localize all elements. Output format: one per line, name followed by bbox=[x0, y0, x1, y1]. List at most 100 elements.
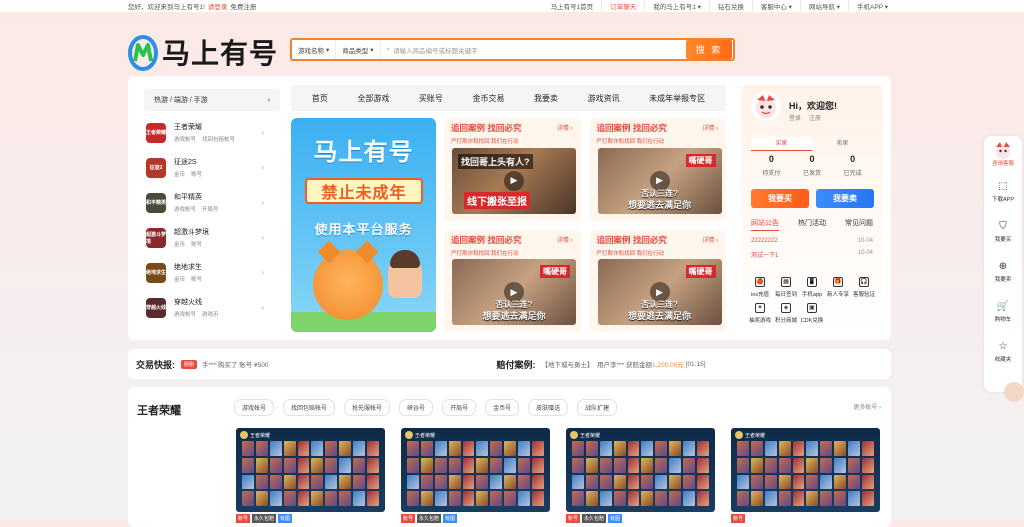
service-ios-recharge[interactable]: 🍎 ios充值 bbox=[747, 277, 773, 298]
nav-item-news[interactable]: 游戏资讯 bbox=[588, 93, 620, 104]
top-link-order-chat[interactable]: 订单聊天 bbox=[601, 1, 644, 11]
category-tag[interactable]: 找回包赔帐号 bbox=[202, 137, 235, 143]
stat-pending-pay[interactable]: 0 待支付 bbox=[751, 154, 792, 177]
tab-announcement[interactable]: 网站公告 bbox=[751, 218, 779, 231]
service-lottery[interactable]: ✦ 抽奖游戏 bbox=[747, 303, 773, 324]
top-link-sitemap[interactable]: 网站导航 ▾ bbox=[799, 1, 848, 11]
nav-item-minor-report[interactable]: 未成年举报专区 bbox=[649, 93, 705, 104]
top-link-home[interactable]: 马上有号1首页 bbox=[543, 1, 602, 11]
category-tag[interactable]: 账号 bbox=[191, 172, 202, 178]
register-link[interactable]: 免费注册 bbox=[230, 4, 256, 11]
play-icon[interactable]: ▶ bbox=[504, 170, 524, 191]
case-more-link[interactable]: 详情 › bbox=[557, 235, 573, 244]
tab-hot-activity[interactable]: 热门活动 bbox=[798, 218, 826, 231]
service-label: 积分商城 bbox=[774, 318, 797, 324]
chip[interactable]: 游戏帐号 bbox=[234, 399, 275, 416]
account-card[interactable]: 王者荣耀 bbox=[236, 428, 385, 512]
type-select[interactable]: 商品类型 ▾ bbox=[336, 40, 381, 59]
chip[interactable]: 峡谷号 bbox=[399, 399, 434, 416]
nav-item-sell[interactable]: 我要卖 bbox=[534, 93, 558, 104]
more-accounts-link[interactable]: 更多账号 › bbox=[853, 402, 881, 411]
case-card[interactable]: 追回案例 找回必究 详情 › 严打欺诈和找回 我们在行动 嘴硬哥 ▶ 否认三连?… bbox=[589, 229, 726, 332]
top-link-diamond[interactable]: 钻石兑换 bbox=[708, 1, 752, 11]
category-item[interactable]: 绝地求生 绝地求生 金币 账号 › bbox=[144, 255, 280, 290]
avatar[interactable] bbox=[751, 91, 781, 121]
chip[interactable]: 找回包赔帐号 bbox=[283, 399, 336, 416]
case-card[interactable]: 追回案例 找回必究 详情 › 严打欺诈和找回 我们在行动 找回哥上头有人? ▶ … bbox=[444, 118, 581, 221]
case-video-thumb[interactable]: 嘴硬哥 ▶ 否认三连? 想要逃去满足你 bbox=[597, 259, 722, 325]
category-tag[interactable]: 账号 bbox=[191, 242, 202, 248]
category-tag[interactable]: 游戏帐号 bbox=[174, 312, 196, 318]
download-app-button[interactable]: ⬚ 下载APP bbox=[984, 172, 1022, 212]
category-item[interactable]: 和平精英 和平精英 游戏帐号 开局号 › bbox=[144, 185, 280, 220]
service-mobile-app[interactable]: 📱 手机app bbox=[799, 277, 825, 298]
chip[interactable]: 开局号 bbox=[442, 399, 477, 416]
category-tag[interactable]: 游戏帐号 bbox=[174, 207, 196, 213]
top-link-app[interactable]: 手机APP ▾ bbox=[848, 1, 896, 11]
case-more-link[interactable]: 详情 › bbox=[702, 123, 718, 132]
category-tag[interactable]: 游戏币 bbox=[202, 312, 219, 318]
nav-item-all-games[interactable]: 全部游戏 bbox=[357, 93, 389, 104]
customer-service-button[interactable]: 咨询客服 bbox=[984, 136, 1022, 172]
account-card[interactable]: 王者荣耀 bbox=[731, 428, 880, 512]
category-item[interactable]: 穿越火线 穿越火线 游戏帐号 游戏币 › bbox=[144, 290, 280, 325]
account-card[interactable]: 王者荣耀 bbox=[401, 428, 550, 512]
service-points-mall[interactable]: ◈ 积分商城 bbox=[773, 303, 799, 324]
chip[interactable]: 金币号 bbox=[485, 399, 520, 416]
stat-shipped[interactable]: 0 已发货 bbox=[792, 154, 833, 177]
game-select[interactable]: 游戏名称 ▾ bbox=[292, 40, 337, 59]
nav-item-buy-account[interactable]: 买账号 bbox=[419, 93, 443, 104]
top-link-my-account[interactable]: 我的马上有号1 ▾ bbox=[644, 1, 709, 11]
category-tag[interactable]: 账号 bbox=[191, 277, 202, 283]
category-head[interactable]: 热游 / 端游 / 手游 › bbox=[144, 89, 280, 111]
cart-button[interactable]: 🛒 购物车 bbox=[984, 292, 1022, 332]
tab-buyer[interactable]: 买家 bbox=[751, 137, 812, 151]
case-video-thumb[interactable]: 嘴硬哥 ▶ 否认三连? 想要逃去满足你 bbox=[597, 147, 722, 214]
case-card[interactable]: 追回案例 找回必究 详情 › 严打欺诈和找回 我们在行动 嘴硬哥 ▶ 否认三连?… bbox=[589, 118, 726, 221]
tab-faq[interactable]: 常见问题 bbox=[845, 218, 873, 231]
stat-completed[interactable]: 0 已完成 bbox=[832, 154, 873, 177]
category-tag[interactable]: 金币 bbox=[174, 242, 185, 248]
sell-button[interactable]: 我要卖 bbox=[816, 189, 874, 208]
site-logo[interactable]: 马上有号 bbox=[128, 32, 278, 72]
top-link-service[interactable]: 客服中心 ▾ bbox=[751, 1, 800, 11]
promo-banner[interactable]: 马上有号 禁止未成年 使用本平台服务 bbox=[291, 118, 436, 332]
login-link[interactable]: 登录 bbox=[789, 116, 801, 122]
compensation-text: 用户李*** 获赔金额 bbox=[597, 362, 653, 369]
case-video-thumb[interactable]: 嘴硬哥 ▶ 否认三连? 想要逃去满足你 bbox=[452, 259, 576, 325]
category-tag[interactable]: 开局号 bbox=[202, 207, 219, 213]
favorites-button[interactable]: ☆ 收藏夹 bbox=[984, 332, 1022, 372]
search-button[interactable]: 搜 索 bbox=[686, 40, 732, 59]
category-tag[interactable]: 金币 bbox=[174, 277, 185, 283]
category-item[interactable]: 王者荣耀 王者荣耀 游戏帐号 找回包赔帐号 › bbox=[144, 115, 280, 150]
news-item[interactable]: 测试一下1 10-04 bbox=[751, 250, 873, 259]
chip[interactable]: 战队扩建 bbox=[577, 399, 618, 416]
service-daily-checkin[interactable]: ▦ 每日签到 bbox=[773, 277, 799, 298]
category-item[interactable]: 征途2 征途2S 金币 账号 › bbox=[144, 150, 280, 185]
register-link[interactable]: 注册 bbox=[809, 116, 821, 122]
category-tag[interactable]: 游戏帐号 bbox=[174, 137, 196, 143]
account-card[interactable]: 王者荣耀 bbox=[566, 428, 715, 512]
tab-seller[interactable]: 卖家 bbox=[812, 137, 873, 151]
case-more-link[interactable]: 详情 › bbox=[557, 123, 573, 132]
nav-item-gold-trade[interactable]: 金币交易 bbox=[472, 93, 504, 104]
chip[interactable]: 皮肤赠送 bbox=[528, 399, 569, 416]
case-more-link[interactable]: 详情 › bbox=[702, 235, 718, 244]
category-tag[interactable]: 金币 bbox=[174, 172, 185, 178]
service-cdk[interactable]: ▣ CDK兑换 bbox=[799, 303, 825, 324]
service-cs-verify[interactable]: 🎧 客服验证 bbox=[851, 277, 877, 298]
case-video-thumb[interactable]: 找回哥上头有人? ▶ 线下搬张至报 bbox=[452, 147, 576, 214]
assistant-avatar[interactable] bbox=[1004, 382, 1024, 402]
banner-warning: 禁止未成年 bbox=[305, 178, 423, 204]
case-card[interactable]: 追回案例 找回必究 详情 › 严打欺诈和找回 我们在行动 嘴硬哥 ▶ 否认三连?… bbox=[444, 229, 581, 332]
buy-button[interactable]: 我要买 bbox=[751, 189, 809, 208]
want-buy-button[interactable]: ⛉ 我要买 bbox=[984, 212, 1022, 252]
news-item[interactable]: 22222222 10-04 bbox=[751, 238, 873, 244]
category-item[interactable]: 超激斗梦境 超激斗梦境 金币 账号 › bbox=[144, 220, 280, 255]
login-link[interactable]: 请登录 bbox=[208, 4, 228, 11]
want-sell-button[interactable]: ⊕ 我要卖 bbox=[984, 252, 1022, 292]
nav-item-home[interactable]: 首页 bbox=[312, 93, 328, 104]
search-input[interactable]: ⌕ 请输入商品编号或标题关键字 bbox=[381, 45, 686, 55]
service-newbie-gift[interactable]: 🎁 新人专享 bbox=[825, 277, 851, 298]
chip[interactable]: 抢先服帐号 bbox=[344, 399, 391, 416]
